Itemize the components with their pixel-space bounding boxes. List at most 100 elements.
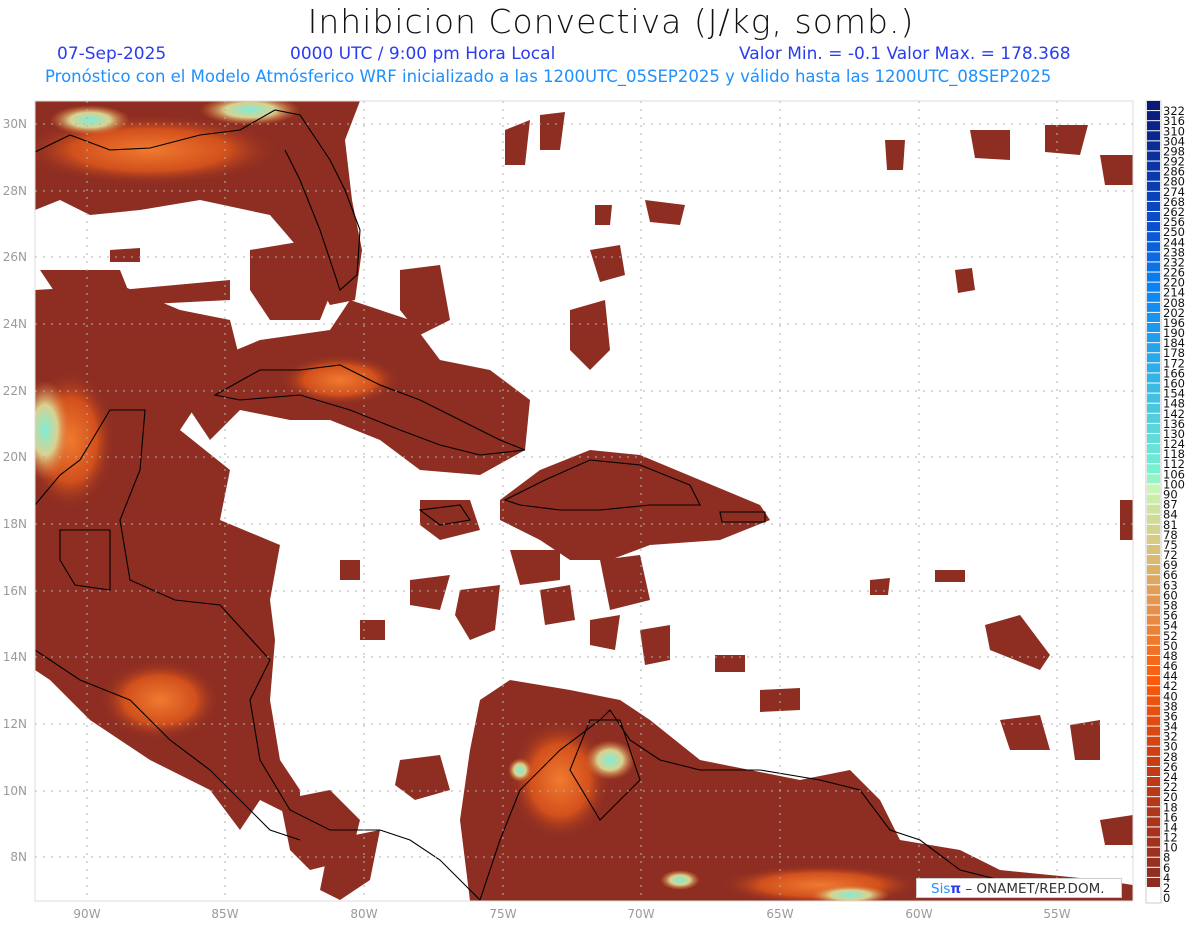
colorbar-swatch <box>1147 181 1160 191</box>
colorbar-swatch <box>1147 242 1160 252</box>
colorbar-swatch <box>1147 333 1160 343</box>
colorbar-swatch <box>1147 565 1160 575</box>
latitude-labels: 30N 28N 26N 24N 22N 20N 18N 16N 14N 12N … <box>3 117 27 864</box>
lat-label: 12N <box>3 717 27 731</box>
colorbar-swatch <box>1147 666 1160 676</box>
lat-label: 20N <box>3 450 27 464</box>
colorbar-swatch <box>1147 575 1160 585</box>
colorbar-swatch <box>1147 585 1160 595</box>
lat-label: 30N <box>3 117 27 131</box>
longitude-labels: 90W 85W 80W 75W 70W 65W 60W 55W <box>73 907 1070 921</box>
colorbar-swatch <box>1147 141 1160 151</box>
colorbar-swatch <box>1147 676 1160 686</box>
colorbar-swatch <box>1147 171 1160 181</box>
colorbar-swatch <box>1147 201 1160 211</box>
colorbar-swatch <box>1147 605 1160 615</box>
colorbar-swatch <box>1147 534 1160 544</box>
colorbar-swatch <box>1147 837 1160 847</box>
colorbar-swatch <box>1147 464 1160 474</box>
colorbar-swatch <box>1147 353 1160 363</box>
colorbar-swatch <box>1147 111 1160 121</box>
colorbar-swatch <box>1147 655 1160 666</box>
lat-label: 24N <box>3 317 27 331</box>
lon-label: 90W <box>73 907 100 921</box>
colorbar-swatch <box>1147 262 1160 272</box>
lat-label: 16N <box>3 584 27 598</box>
colorbar-swatch <box>1147 474 1160 484</box>
lon-label: 60W <box>905 907 932 921</box>
colorbar-swatch <box>1147 847 1160 857</box>
credit-logo: Sisπ – ONAMET/REP.DOM. <box>916 878 1122 898</box>
colorbar-swatch <box>1147 716 1160 726</box>
colorbar-swatch <box>1147 766 1160 777</box>
colorbar-swatch <box>1147 555 1160 565</box>
colorbar-swatch <box>1147 322 1160 333</box>
colorbar-swatch <box>1147 625 1160 635</box>
lat-label: 8N <box>10 850 27 864</box>
colorbar-swatch <box>1147 514 1160 524</box>
colorbar-swatch <box>1147 746 1160 756</box>
colorbar-swatch <box>1147 312 1160 322</box>
lat-label: 10N <box>3 784 27 798</box>
colorbar-swatch <box>1147 413 1160 423</box>
colorbar-swatch <box>1147 827 1160 837</box>
colorbar-swatch <box>1147 877 1160 887</box>
colorbar-swatch <box>1147 433 1160 444</box>
colorbar-swatch <box>1147 343 1160 353</box>
cin-map: 90W 85W 80W 75W 70W 65W 60W 55W 30N 28N … <box>3 100 1185 921</box>
colorbar-swatch <box>1147 857 1160 867</box>
colorbar: 3223163103042982922862802742682622562502… <box>1145 100 1185 905</box>
colorbar-swatch <box>1147 817 1160 827</box>
colorbar-swatch <box>1147 736 1160 746</box>
colorbar-swatch <box>1147 393 1160 403</box>
colorbar-swatch <box>1147 191 1160 201</box>
colorbar-swatch <box>1147 222 1160 232</box>
colorbar-swatch <box>1147 302 1160 312</box>
colorbar-swatch <box>1147 252 1160 262</box>
colorbar-swatch <box>1147 777 1160 787</box>
lat-label: 18N <box>3 517 27 531</box>
colorbar-swatch <box>1147 403 1160 413</box>
colorbar-swatch <box>1147 706 1160 716</box>
colorbar-swatch <box>1147 211 1160 222</box>
colorbar-swatch <box>1147 807 1160 817</box>
lon-label: 55W <box>1043 907 1070 921</box>
colorbar-swatch <box>1147 272 1160 282</box>
colorbar-swatch <box>1147 726 1160 736</box>
lon-label: 85W <box>211 907 238 921</box>
colorbar-swatch <box>1147 383 1160 393</box>
lat-label: 26N <box>3 250 27 264</box>
colorbar-swatch <box>1147 645 1160 655</box>
colorbar-swatch <box>1147 423 1160 433</box>
colorbar-swatch <box>1147 524 1160 534</box>
lon-label: 70W <box>627 907 654 921</box>
colorbar-swatch <box>1147 282 1160 292</box>
colorbar-swatch <box>1147 131 1160 141</box>
colorbar-swatch <box>1147 151 1160 161</box>
colorbar-swatch <box>1147 161 1160 171</box>
colorbar-swatch <box>1147 494 1160 504</box>
lat-label: 28N <box>3 184 27 198</box>
colorbar-swatch <box>1147 686 1160 696</box>
colorbar-swatch <box>1147 101 1160 111</box>
colorbar-swatch <box>1147 292 1160 302</box>
colorbar-swatch <box>1147 504 1160 514</box>
colorbar-swatch <box>1147 615 1160 625</box>
colorbar-swatch <box>1147 797 1160 807</box>
colorbar-swatch <box>1147 696 1160 706</box>
lat-label: 22N <box>3 384 27 398</box>
lon-label: 65W <box>766 907 793 921</box>
brand-pi: π <box>950 881 962 897</box>
colorbar-swatch <box>1147 595 1160 605</box>
credit-text: – ONAMET/REP.DOM. <box>961 881 1105 897</box>
lon-label: 75W <box>489 907 516 921</box>
colorbar-swatch <box>1147 787 1160 797</box>
colorbar-swatch <box>1147 454 1160 464</box>
colorbar-swatch <box>1147 444 1160 454</box>
lat-label: 14N <box>3 650 27 664</box>
colorbar-swatch <box>1147 544 1160 555</box>
colorbar-swatch <box>1147 484 1160 494</box>
colorbar-label: 0 <box>1163 891 1170 905</box>
cin-field <box>35 101 1133 901</box>
colorbar-swatch <box>1147 867 1160 877</box>
